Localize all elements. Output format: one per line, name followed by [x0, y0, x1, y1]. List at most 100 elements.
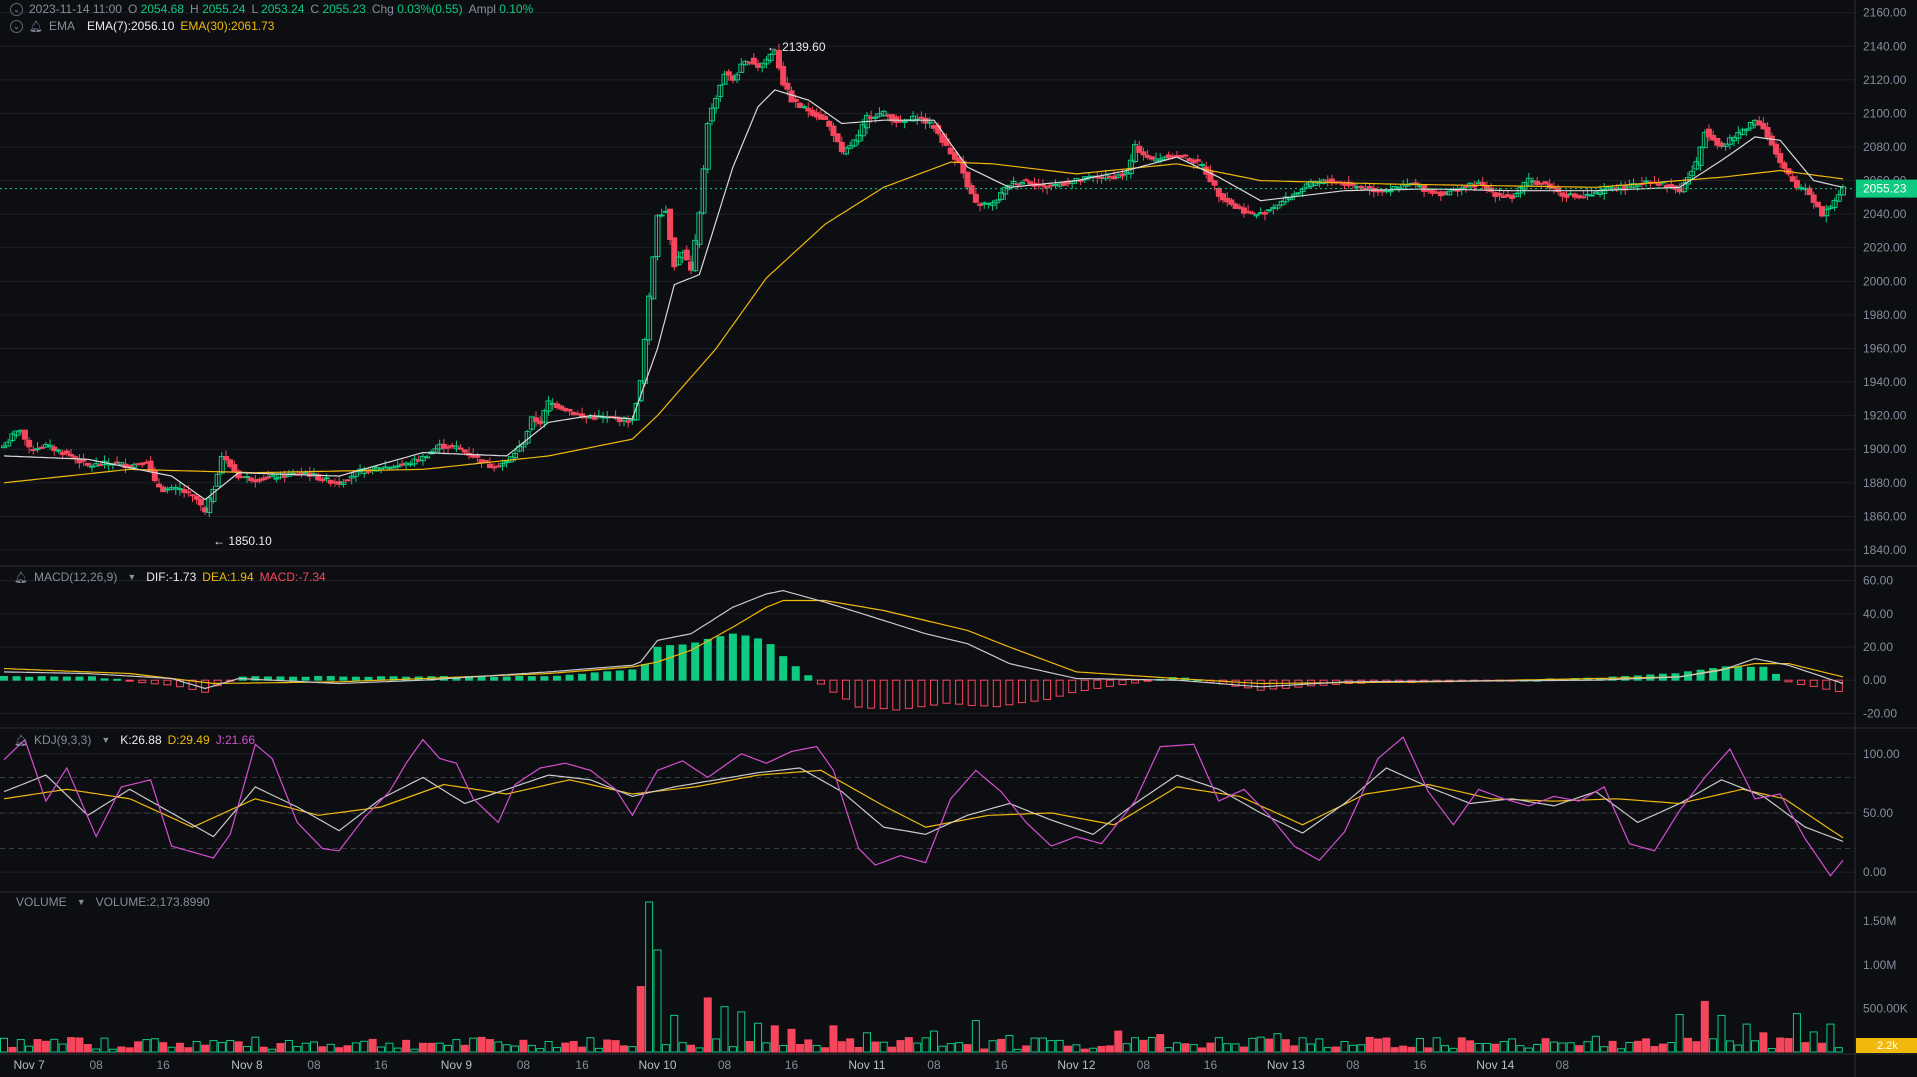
high-value: 2055.24 [202, 2, 246, 16]
kdj-legend: 🔔︎ KDJ(9,3,3) ▼ K:26.88 D:29.49 J:21.66 [14, 733, 255, 747]
macd-axis-label: 40.00 [1863, 607, 1893, 621]
candle-body [780, 66, 787, 86]
candle-body [1387, 190, 1394, 193]
volume-bar [871, 1041, 880, 1053]
price-axis-label: 1920.00 [1863, 409, 1907, 423]
caret-down-icon[interactable]: ▼ [101, 735, 110, 745]
candle-body [197, 499, 204, 506]
time-axis-label: Nov 8 [231, 1058, 263, 1072]
volume-bar [854, 1046, 863, 1053]
candle [344, 479, 351, 482]
candle-body [901, 120, 908, 123]
macd-value: MACD:-7.34 [259, 570, 326, 584]
candle-body [1349, 183, 1356, 186]
macd-bar [75, 676, 84, 681]
price-axis-label: 2080.00 [1863, 140, 1907, 154]
volume-bar [1575, 1045, 1584, 1053]
ema-name[interactable]: EMA [49, 19, 75, 33]
candle-body [1588, 194, 1595, 197]
macd-bar [590, 672, 599, 681]
macd-bar [1759, 666, 1768, 681]
price-axis-label: 1880.00 [1863, 476, 1907, 490]
macd-bar [37, 676, 46, 681]
macd-bar [490, 676, 499, 681]
candle-body [1023, 179, 1030, 182]
kdj-axis-label: 50.00 [1863, 806, 1893, 820]
macd-bar [276, 676, 285, 681]
volume-bar [1080, 1048, 1089, 1053]
macd-bar [741, 635, 750, 681]
volume-value: VOLUME:2,173.8990 [95, 895, 210, 909]
candle-body [725, 71, 732, 76]
time-axis-label: Nov 10 [638, 1058, 676, 1072]
ohlc-header: ⌄ 2023-11-14 11:00 O 2054.68 H 2055.24 L… [10, 2, 533, 16]
time-axis-label: 08 [718, 1058, 732, 1072]
price-axis-label: 1980.00 [1863, 308, 1907, 322]
volume-bar [83, 1044, 92, 1053]
collapse-icon[interactable]: ⌄ [10, 19, 23, 33]
trading-chart[interactable]: ← 2139.60 ← 1850.10 2160.00 2140.00 2120.00 2… [0, 0, 1917, 1077]
candle-body [243, 476, 250, 479]
macd-bar [50, 676, 59, 681]
bell-icon[interactable]: 🔔︎ [29, 20, 43, 33]
volume-bar [175, 1042, 184, 1053]
ema7-value: EMA(7):2056.10 [86, 19, 175, 33]
caret-down-icon[interactable]: ▼ [127, 572, 136, 582]
price-axis-label: 1860.00 [1863, 509, 1907, 523]
time-axis-label: 16 [994, 1058, 1008, 1072]
volume-bar [1541, 1038, 1550, 1053]
candle-body [457, 447, 464, 450]
ema30-value: EMA(30):2061.73 [180, 19, 275, 33]
macd-bar [301, 676, 310, 681]
candle-body [964, 171, 971, 188]
volume-bar [1633, 1040, 1642, 1053]
volume-bar [259, 1046, 268, 1053]
volume-bar [1684, 1037, 1693, 1053]
volume-bar [234, 1041, 243, 1053]
volume-bar [1759, 1032, 1768, 1053]
macd-bar [1696, 669, 1705, 681]
bell-icon[interactable]: 🔔︎ [14, 734, 28, 747]
candle [482, 459, 489, 463]
caret-down-icon[interactable]: ▼ [77, 897, 86, 907]
macd-bar [791, 666, 800, 681]
volume-bar [770, 1025, 779, 1053]
price-axis-label: 1840.00 [1863, 543, 1907, 557]
volume-bar [1784, 1038, 1793, 1053]
candle-body [1044, 186, 1051, 189]
candle-body [189, 494, 196, 497]
macd-bar [113, 678, 122, 681]
volume-bar [745, 1041, 754, 1053]
volume-name[interactable]: VOLUME [16, 895, 67, 909]
candle-body [968, 185, 975, 195]
low-annotation: ← 1850.10 [213, 534, 272, 548]
volume-bar [1139, 1039, 1148, 1053]
volume-bar [1658, 1043, 1667, 1053]
time-axis-label: Nov 11 [848, 1058, 885, 1072]
candle-body [566, 408, 573, 412]
candle-body [193, 496, 200, 500]
candle-body [625, 420, 632, 423]
d-value: D:29.49 [167, 733, 210, 747]
macd-bar [1771, 673, 1780, 681]
bell-icon[interactable]: 🔔︎ [14, 571, 28, 584]
price-axis-label: 2140.00 [1863, 39, 1907, 53]
j-value: J:21.66 [215, 733, 256, 747]
candle-body [1793, 179, 1800, 188]
price-axis-label: 2040.00 [1863, 207, 1907, 221]
price-axis-label: 2100.00 [1863, 106, 1907, 120]
close-value: 2055.23 [322, 2, 366, 16]
volume-bar [318, 1046, 327, 1053]
macd-bar [666, 645, 675, 681]
kdj-name[interactable]: KDJ(9,3,3) [34, 733, 91, 747]
volume-bar [1801, 1042, 1810, 1053]
ampl-label: Ampl [468, 2, 496, 16]
macd-name[interactable]: MACD(12,26,9) [34, 570, 117, 584]
ampl-value: 0.10% [499, 2, 534, 16]
candle-body [445, 446, 452, 449]
collapse-icon[interactable]: ⌄ [10, 2, 23, 16]
candle-body [658, 214, 665, 217]
volume-bar [460, 1044, 469, 1053]
macd-bar [653, 646, 662, 681]
candle-body [1194, 159, 1201, 162]
